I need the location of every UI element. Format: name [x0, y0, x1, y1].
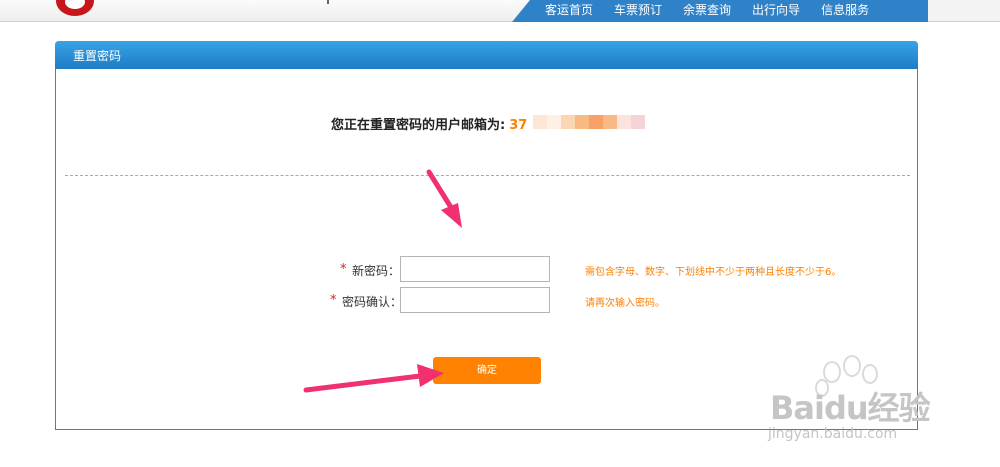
watermark-brand: Baidu经验: [770, 389, 931, 427]
watermark-url: jingyan.baidu.com: [768, 426, 898, 442]
arrow-down-icon: [426, 169, 462, 228]
arrow-right-icon: [303, 364, 444, 393]
